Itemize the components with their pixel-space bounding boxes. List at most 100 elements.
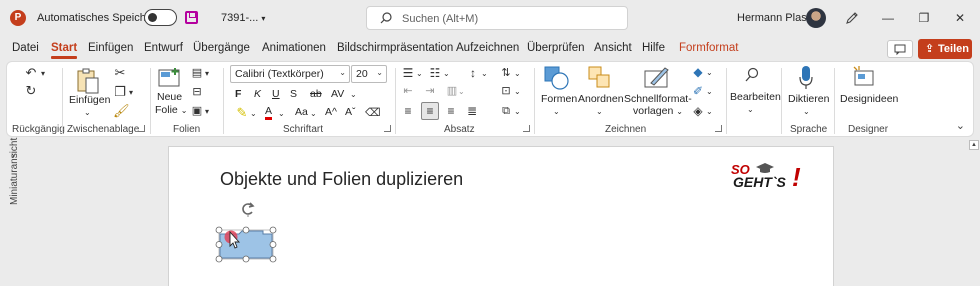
font-name-select[interactable]: Calibri (Textkörper) ⌄ (230, 65, 350, 83)
chevron-down-icon[interactable]: ⌄ (514, 105, 521, 119)
bullets-icon[interactable]: ☰ (401, 66, 415, 80)
new-slide-button-line2[interactable]: Folie ⌄ (155, 104, 187, 116)
arrange-button[interactable]: Anordnen (578, 93, 624, 105)
grow-font-button[interactable]: A^ (325, 106, 337, 118)
clipboard-launcher-icon[interactable] (138, 125, 145, 132)
tab-entwurf[interactable]: Entwurf (144, 42, 183, 54)
design-ideas-button[interactable]: Designideen (840, 93, 898, 105)
increase-indent-icon[interactable]: ⇥ (423, 84, 437, 98)
tab-animationen[interactable]: Animationen (262, 42, 326, 54)
pen-icon[interactable] (845, 11, 859, 25)
cut-icon[interactable]: ✂ (113, 66, 127, 80)
chevron-down-icon[interactable]: ⌄ (250, 107, 257, 121)
chevron-down-icon[interactable]: ⌄ (481, 67, 488, 81)
shape-outline-icon[interactable]: ✐ (691, 84, 705, 98)
change-case-button[interactable]: Aa (295, 106, 308, 118)
arrange-icon[interactable] (587, 65, 613, 91)
thumbnail-label[interactable]: Miniaturansicht (9, 125, 20, 205)
chevron-down-icon[interactable]: ⌄ (514, 67, 521, 81)
slide-canvas[interactable]: Objekte und Folien duplizieren SO GEHT`S… (168, 146, 834, 286)
save-icon[interactable] (185, 11, 198, 24)
dictate-button[interactable]: Diktieren (788, 93, 829, 105)
quick-styles-icon[interactable] (643, 65, 671, 91)
chevron-down-icon[interactable]: ⌄ (596, 105, 603, 119)
font-color-button[interactable]: A (265, 106, 273, 120)
strikethrough-button[interactable]: ab (310, 88, 322, 100)
justify-icon[interactable]: ≣ (465, 104, 479, 118)
align-text-icon[interactable]: ⊡ (499, 84, 513, 98)
columns-icon[interactable]: ▥ (445, 84, 459, 98)
clear-formatting-icon[interactable]: ⌫ (365, 106, 381, 120)
chevron-down-icon[interactable]: ⌄ (310, 107, 317, 121)
scroll-up-icon[interactable]: ▲ (969, 140, 979, 150)
tab-datei[interactable]: Datei (12, 42, 39, 54)
chevron-down-icon[interactable]: ▾ (205, 67, 209, 81)
tab-formformat[interactable]: Formformat (679, 42, 738, 54)
tab-hilfe[interactable]: Hilfe (642, 42, 665, 54)
chevron-down-icon[interactable]: ⌄ (706, 66, 713, 80)
shadow-button[interactable]: S (290, 88, 297, 100)
designer-icon[interactable] (851, 65, 877, 89)
chevron-down-icon[interactable]: ⌄ (84, 106, 91, 120)
shape-effects-icon[interactable]: ◈ (691, 104, 705, 118)
share-button[interactable]: Teilen (918, 39, 972, 59)
text-direction-icon[interactable]: ⇅ (499, 66, 513, 80)
chevron-down-icon[interactable]: ⌄ (416, 67, 423, 81)
microphone-icon[interactable] (798, 65, 814, 91)
copy-dropdown-icon[interactable]: ▾ (129, 86, 133, 100)
vertical-scrollbar[interactable] (967, 140, 980, 286)
decrease-indent-icon[interactable]: ⇤ (401, 84, 415, 98)
chevron-down-icon[interactable]: ⌄ (278, 107, 285, 121)
section-icon[interactable]: ▣ (190, 104, 204, 118)
font-launcher-icon[interactable] (384, 125, 391, 132)
chevron-down-icon[interactable]: ⌄ (350, 88, 357, 102)
reset-icon[interactable]: ⊟ (190, 85, 204, 99)
chevron-down-icon[interactable]: ⌄ (514, 85, 521, 99)
chevron-down-icon[interactable]: ⌄ (803, 105, 810, 119)
shape-fill-icon[interactable]: ◆ (691, 65, 705, 79)
restore-button[interactable]: ❐ (914, 8, 934, 28)
shapes-button[interactable]: Formen (541, 93, 577, 105)
shrink-font-button[interactable]: Aˇ (345, 106, 356, 118)
chevron-down-icon[interactable]: ⌄ (747, 103, 754, 117)
search-input[interactable]: Suchen (Alt+M) (366, 6, 628, 30)
paste-button[interactable]: Einfügen (69, 94, 110, 106)
underline-button[interactable]: U (272, 88, 280, 100)
undo-dropdown-icon[interactable]: ▾ (39, 67, 47, 81)
layout-icon[interactable]: ▤ (190, 66, 204, 80)
tab-bildschirmpraesentation[interactable]: Bildschirmpräsentation (337, 42, 453, 54)
redo-icon[interactable]: ↻ (23, 84, 39, 98)
tab-start[interactable]: Start (51, 42, 78, 59)
line-spacing-icon[interactable]: ↕ (466, 66, 480, 80)
numbering-icon[interactable]: ☷ (428, 66, 442, 80)
italic-button[interactable]: K (254, 88, 261, 100)
new-slide-button[interactable]: Neue (157, 91, 182, 103)
chevron-down-icon[interactable]: ⌄ (706, 85, 713, 99)
tab-uebergaenge[interactable]: Übergänge (193, 42, 250, 54)
paragraph-launcher-icon[interactable] (523, 125, 530, 132)
chevron-down-icon[interactable]: ⌄ (443, 67, 450, 81)
quick-styles-button-line2[interactable]: vorlagen ⌄ (633, 105, 683, 117)
align-right-icon[interactable]: ≡ (444, 104, 458, 118)
char-spacing-button[interactable]: AV (331, 88, 344, 100)
slide-title[interactable]: Objekte und Folien duplizieren (220, 169, 463, 190)
comments-button[interactable] (887, 40, 913, 58)
highlight-icon[interactable]: ✎ (235, 106, 249, 120)
chevron-down-icon[interactable]: ⌄ (706, 105, 713, 119)
new-slide-icon[interactable] (157, 67, 183, 91)
quick-styles-button[interactable]: Schnellformat- (624, 93, 692, 105)
shapes-icon[interactable] (543, 65, 571, 91)
format-painter-icon[interactable]: 🖌 (113, 104, 130, 118)
editing-button[interactable]: Bearbeiten (730, 91, 781, 103)
copy-icon[interactable]: ❐ (113, 85, 127, 99)
smartart-icon[interactable]: ⧉ (499, 104, 513, 118)
tab-ueberpruefen[interactable]: Überprüfen (527, 42, 585, 54)
tab-einfuegen[interactable]: Einfügen (88, 42, 133, 54)
chevron-down-icon[interactable]: ⌄ (553, 105, 560, 119)
find-icon[interactable] (744, 67, 760, 83)
autosave-toggle[interactable] (144, 9, 177, 26)
selected-folder-shape[interactable] (215, 226, 277, 263)
bold-button[interactable]: F (235, 88, 241, 100)
clipboard-icon[interactable] (75, 67, 101, 95)
chevron-down-icon[interactable]: ▾ (205, 105, 209, 119)
